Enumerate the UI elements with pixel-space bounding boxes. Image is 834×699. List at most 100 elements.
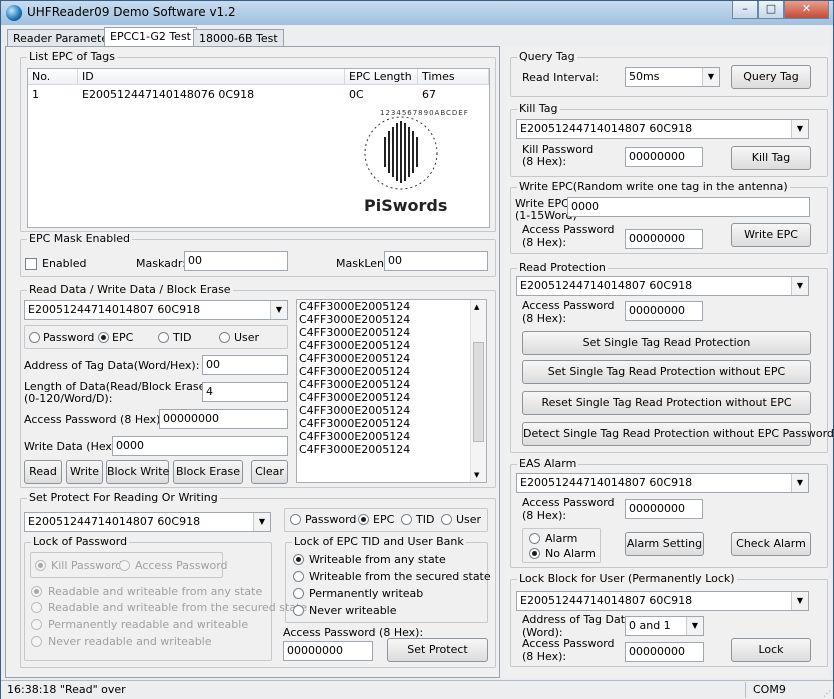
kill-tag-button[interactable]: Kill Tag (731, 146, 811, 170)
tab-epcc1-g2-test[interactable]: EPCC1-G2 Test (104, 27, 197, 48)
close-button[interactable]: ✕ (784, 1, 829, 19)
mask-enabled-checkbox[interactable] (25, 258, 37, 270)
rw-bank-password-radio[interactable] (29, 332, 40, 343)
access-password-radio[interactable] (119, 560, 130, 571)
bank-opt2-radio[interactable] (293, 571, 304, 582)
rw-access-label: Access Password (8 Hex): (24, 413, 165, 426)
kill-password-input[interactable]: 00000000 (625, 147, 703, 167)
set-read-protection-without-epc-button[interactable]: Set Single Tag Read Protection without E… (522, 360, 811, 384)
column-header-no[interactable]: No. (28, 69, 78, 85)
rw-bank-password-label: Password (43, 331, 95, 344)
write-epc-button[interactable]: Write EPC (731, 223, 811, 247)
lock-pw-input[interactable]: 00000000 (625, 642, 704, 662)
group-title: Lock of EPC TID and User Bank (292, 535, 466, 548)
rw-address-input[interactable]: 00 (202, 355, 288, 375)
lock-epc-value: E20051244714014807 60C918 (520, 594, 693, 607)
block-write-button[interactable]: Block Write (106, 460, 169, 484)
scroll-up-icon[interactable]: ▲ (474, 303, 479, 311)
chevron-down-icon[interactable]: ▼ (270, 301, 287, 319)
rw-bank-epc-radio[interactable] (98, 332, 109, 343)
write-epc-pw-input[interactable]: 00000000 (625, 229, 703, 249)
masklen-input[interactable]: 00 (384, 251, 488, 271)
resize-grip-icon[interactable]: ⋰ (823, 689, 831, 698)
rw-access-input[interactable]: 00000000 (159, 409, 288, 429)
lock-button[interactable]: Lock (731, 638, 811, 662)
cell-id: E200512447140148076 0C918 (82, 88, 255, 101)
clear-button[interactable]: Clear (251, 460, 288, 484)
detect-read-protection-button[interactable]: Detect Single Tag Read Protection withou… (522, 422, 834, 446)
bank-opt3-radio[interactable] (293, 588, 304, 599)
protect-bank-tid-radio[interactable] (401, 514, 412, 525)
rp-pw-input[interactable]: 00000000 (625, 301, 703, 321)
chevron-down-icon[interactable]: ▼ (253, 513, 270, 531)
column-header-id[interactable]: ID (78, 69, 345, 85)
column-header-epc-length[interactable]: EPC Length (345, 69, 418, 85)
rw-write-input[interactable]: 0000 (112, 436, 288, 456)
cell-times: 67 (422, 88, 436, 101)
pw-opt2-radio[interactable] (31, 602, 42, 613)
rw-epc-select[interactable]: E20051244714014807 60C918 ▼ (24, 300, 288, 320)
chevron-down-icon[interactable]: ▼ (702, 68, 719, 86)
epc-list[interactable]: No. ID EPC Length Times 1 E2005124471401… (27, 68, 490, 228)
kill-password-radio[interactable] (35, 560, 46, 571)
write-button[interactable]: Write (66, 460, 103, 484)
alarm-setting-button[interactable]: Alarm Setting (625, 532, 704, 556)
maximize-button[interactable]: □ (758, 1, 784, 19)
read-button[interactable]: Read (24, 460, 62, 484)
check-alarm-button[interactable]: Check Alarm (731, 532, 811, 556)
group-title: Lock of Password (31, 535, 130, 548)
protect-bank-user-label: User (456, 513, 482, 526)
chevron-down-icon[interactable]: ▼ (791, 120, 808, 138)
protect-epc-select[interactable]: E20051244714014807 60C918 ▼ (24, 512, 271, 532)
rw-bank-tid-radio[interactable] (158, 332, 169, 343)
chevron-down-icon[interactable]: ▼ (791, 592, 808, 610)
protect-access-input[interactable]: 00000000 (283, 641, 373, 661)
column-header-times[interactable]: Times (418, 69, 489, 85)
pw-opt1-radio[interactable] (31, 586, 42, 597)
bank-opt1-radio[interactable] (293, 554, 304, 565)
maskadr-input[interactable]: 00 (184, 251, 288, 271)
eas-pw-input[interactable]: 00000000 (625, 499, 703, 519)
protect-bank-epc-radio[interactable] (358, 514, 369, 525)
lock-epc-select[interactable]: E20051244714014807 60C918 ▼ (516, 591, 809, 611)
chevron-down-icon[interactable]: ▼ (686, 617, 703, 635)
kill-epc-select[interactable]: E20051244714014807 60C918 ▼ (516, 119, 809, 139)
protect-bank-user-radio[interactable] (441, 514, 452, 525)
chevron-down-icon[interactable]: ▼ (791, 474, 808, 492)
kill-epc-value: E20051244714014807 60C918 (520, 122, 693, 135)
query-tag-button[interactable]: Query Tag (731, 65, 811, 89)
bank-opt4-radio[interactable] (293, 605, 304, 616)
pw-opt4-radio[interactable] (31, 636, 42, 647)
status-message: 16:38:18 "Read" over (7, 683, 126, 696)
memo-scrollbar[interactable]: ▲ ▼ (470, 300, 486, 482)
pw-opt3-radio[interactable] (31, 619, 42, 630)
block-erase-button[interactable]: Block Erase (173, 460, 243, 484)
rw-bank-user-radio[interactable] (219, 332, 230, 343)
scroll-down-icon[interactable]: ▼ (474, 471, 479, 479)
reset-read-protection-without-epc-button[interactable]: Reset Single Tag Read Protection without… (522, 391, 811, 415)
memo-line: C4FF3000E2005124 (299, 404, 411, 417)
protect-bank-password-radio[interactable] (290, 514, 301, 525)
minimize-button[interactable]: – (732, 1, 758, 19)
tab-reader-parameter[interactable]: Reader Parameter (7, 29, 119, 47)
memo-line: C4FF3000E2005124 (299, 365, 411, 378)
rw-length-label-2: (0-120/Word/D): (24, 392, 113, 405)
rw-length-input[interactable]: 4 (202, 382, 288, 402)
bank-opt3-label: Permanently writeab (309, 587, 424, 600)
lock-address-select[interactable]: 0 and 1 ▼ (625, 616, 704, 636)
memo-line: C4FF3000E2005124 (299, 391, 411, 404)
tab-18000-6b-test[interactable]: 18000-6B Test (193, 29, 284, 47)
rp-epc-select[interactable]: E20051244714014807 60C918 ▼ (516, 276, 809, 296)
read-interval-select[interactable]: 50ms ▼ (625, 67, 720, 87)
set-single-read-protection-button[interactable]: Set Single Tag Read Protection (522, 331, 811, 355)
scroll-thumb[interactable] (473, 342, 484, 442)
group-title: Read Protection (517, 261, 608, 274)
write-epc-input[interactable]: 0000 (567, 197, 810, 217)
no-alarm-radio[interactable] (529, 548, 540, 559)
chevron-down-icon[interactable]: ▼ (791, 277, 808, 295)
alarm-radio[interactable] (529, 533, 540, 544)
set-protect-button[interactable]: Set Protect (387, 638, 488, 662)
status-bar: 16:38:18 "Read" over COM9 ⋰ (1, 680, 833, 699)
read-result-memo[interactable]: C4FF3000E2005124 C4FF3000E2005124 C4FF30… (296, 299, 487, 483)
eas-epc-select[interactable]: E20051244714014807 60C918 ▼ (516, 473, 809, 493)
